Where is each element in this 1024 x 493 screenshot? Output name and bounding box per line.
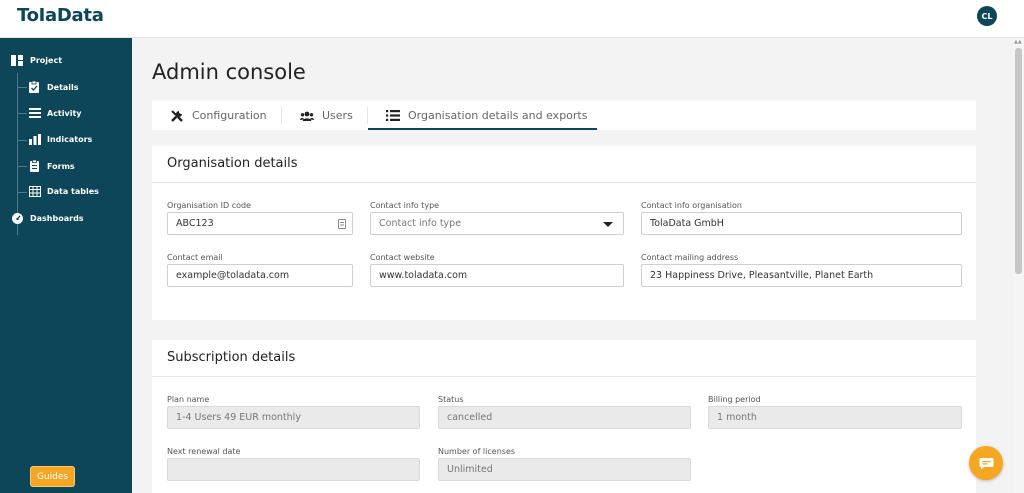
tab-label: Configuration bbox=[192, 109, 267, 122]
tab-users[interactable]: Users bbox=[300, 101, 353, 130]
licenses-field: Unlimited bbox=[438, 458, 691, 481]
sidebar-item-label: Details bbox=[47, 82, 79, 92]
field-value: 1-4 Users 49 EUR monthly bbox=[176, 412, 301, 423]
scroll-thumb[interactable] bbox=[1015, 48, 1022, 274]
contact-address-field[interactable]: 23 Happiness Drive, Pleasantville, Plane… bbox=[641, 264, 962, 287]
sidebar-item-label: Indicators bbox=[47, 135, 93, 144]
chat-icon bbox=[979, 457, 993, 469]
field-label: Plan name bbox=[167, 395, 210, 404]
field-value: example@toladata.com bbox=[176, 270, 290, 281]
sidebar-item-activity[interactable]: Activity bbox=[29, 108, 82, 118]
tree-line bbox=[17, 73, 18, 235]
billing-period-field: 1 month bbox=[708, 406, 962, 429]
tab-bar: Configuration Users Organisation details… bbox=[152, 101, 976, 130]
active-tab-indicator bbox=[368, 128, 597, 130]
field-label: Contact website bbox=[370, 253, 435, 262]
app-logo[interactable]: ToIaData bbox=[17, 5, 104, 26]
user-avatar[interactable]: CL bbox=[977, 6, 997, 26]
tab-separator bbox=[367, 107, 368, 124]
contact-organisation-field[interactable]: TolaData GmbH bbox=[641, 212, 962, 235]
field-label: Organisation ID code bbox=[167, 201, 252, 210]
field-label: Contact email bbox=[167, 253, 223, 262]
password-manager-icon[interactable] bbox=[338, 219, 346, 229]
sidebar-item-details[interactable]: Details bbox=[29, 81, 79, 93]
sidebar-item-dashboards[interactable]: Dashboards bbox=[12, 213, 84, 224]
users-icon bbox=[300, 111, 314, 121]
sidebar-item-label: Forms bbox=[47, 161, 75, 171]
guides-button[interactable]: Guides bbox=[30, 466, 75, 487]
field-value: www.toladata.com bbox=[379, 270, 468, 281]
tab-organisation-details[interactable]: Organisation details and exports bbox=[386, 101, 587, 130]
list-icon bbox=[386, 110, 400, 121]
field-value: ABC123 bbox=[176, 218, 214, 229]
tab-label: Organisation details and exports bbox=[408, 109, 588, 122]
field-value: 23 Happiness Drive, Pleasantville, Plane… bbox=[650, 270, 874, 281]
tab-configuration[interactable]: Configuration bbox=[170, 101, 267, 130]
subscription-details-card: Subscription details Plan name 1-4 Users… bbox=[152, 340, 976, 493]
field-label: Contact info organisation bbox=[641, 201, 742, 210]
page-title: Admin console bbox=[152, 60, 306, 84]
card-divider bbox=[152, 376, 976, 377]
field-label: Contact mailing address bbox=[641, 253, 739, 262]
tree-tick bbox=[17, 192, 27, 193]
organisation-details-card: Organisation details Organisation ID cod… bbox=[152, 146, 976, 320]
contact-email-field[interactable]: example@toladata.com bbox=[167, 264, 353, 287]
sidebar-item-label: Dashboards bbox=[30, 214, 84, 223]
clipboard-check-icon bbox=[29, 81, 39, 93]
field-label: Number of licenses bbox=[438, 447, 516, 456]
field-label: Status bbox=[438, 395, 464, 404]
field-label: Next renewal date bbox=[167, 447, 241, 456]
top-bar: ToIaData CL bbox=[0, 0, 1024, 38]
bar-chart-icon bbox=[29, 134, 41, 145]
scroll-up-icon[interactable]: ▲▲ bbox=[1014, 39, 1022, 45]
chevron-down-icon bbox=[603, 222, 613, 227]
sidebar-item-indicators[interactable]: Indicators bbox=[29, 134, 92, 145]
sidebar-item-label: Data tables bbox=[47, 187, 99, 196]
tree-tick bbox=[17, 113, 27, 114]
field-value: 1 month bbox=[717, 412, 757, 423]
select-placeholder: Contact info type bbox=[379, 218, 462, 229]
plan-name-field: 1-4 Users 49 EUR monthly bbox=[167, 406, 420, 429]
list-icon bbox=[29, 108, 41, 118]
field-value: cancelled bbox=[447, 412, 493, 423]
sidebar-item-project[interactable]: Project bbox=[11, 55, 62, 66]
table-icon bbox=[29, 186, 41, 197]
sidebar-item-data-tables[interactable]: Data tables bbox=[29, 186, 99, 197]
status-field: cancelled bbox=[438, 406, 691, 429]
field-label: Billing period bbox=[708, 395, 761, 404]
sidebar: Project Details Activity Indicators Form… bbox=[0, 38, 132, 493]
field-value: TolaData GmbH bbox=[650, 218, 724, 229]
card-title: Organisation details bbox=[167, 156, 298, 171]
form-icon bbox=[30, 160, 39, 172]
card-title: Subscription details bbox=[167, 350, 296, 365]
tree-tick bbox=[17, 166, 27, 167]
chat-button[interactable] bbox=[969, 446, 1003, 480]
contact-info-type-select[interactable]: Contact info type bbox=[370, 212, 624, 235]
tab-separator bbox=[281, 107, 282, 124]
gauge-icon bbox=[12, 213, 23, 224]
card-divider bbox=[152, 182, 976, 183]
tree-tick bbox=[17, 87, 27, 88]
sidebar-item-forms[interactable]: Forms bbox=[30, 160, 75, 172]
tab-label: Users bbox=[322, 109, 353, 122]
organisation-id-field[interactable]: ABC123 bbox=[167, 212, 353, 235]
sidebar-item-label: Activity bbox=[47, 108, 82, 118]
field-label: Contact info type bbox=[370, 201, 440, 210]
sidebar-item-label: Project bbox=[30, 56, 63, 65]
next-renewal-field bbox=[167, 458, 420, 481]
contact-website-field[interactable]: www.toladata.com bbox=[370, 264, 624, 287]
tree-tick bbox=[17, 140, 27, 141]
dashboard-icon bbox=[11, 55, 23, 66]
field-value: Unlimited bbox=[447, 464, 493, 475]
tools-icon bbox=[171, 109, 183, 122]
